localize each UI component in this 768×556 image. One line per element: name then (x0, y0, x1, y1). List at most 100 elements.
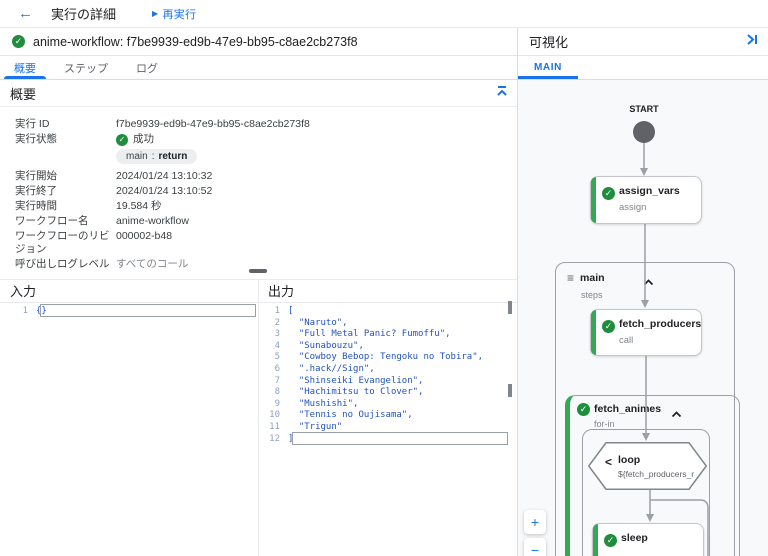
start-node[interactable] (633, 121, 655, 143)
visualization-title: 可視化 (529, 35, 569, 50)
field-duration: 実行時間 19.584 秒 (15, 200, 162, 212)
status-value: 成功 (133, 133, 154, 145)
line-text: "Sunabouzu", (288, 340, 364, 351)
line-text: "Tennis no Oujisama", (288, 410, 413, 421)
output-title: 出力 (268, 284, 295, 299)
node-fetch-producers[interactable]: ✓ fetch_producers call (590, 309, 702, 356)
app-header: ← 実行の詳細 ▶ 再実行 (0, 0, 768, 28)
output-selection-box (292, 432, 508, 445)
zoom-out-button[interactable]: − (524, 538, 546, 556)
visualization-tab-bar: MAIN (518, 56, 768, 80)
code-line: 7 "Shinseiki Evangelion", (259, 376, 515, 388)
sleep-title: sleep (621, 532, 648, 544)
loop-subtitle: ${fetch_producers_resu (618, 469, 694, 479)
back-arrow-icon[interactable]: ← (18, 5, 33, 22)
assign-vars-check-icon: ✓ (602, 187, 615, 200)
status-success-icon: ✓ (116, 133, 128, 146)
output-scrollbar-mark[interactable] (508, 384, 512, 397)
execution-detail-panel: ✓ anime-workflow: f7be9939-ed9b-47e9-bb9… (0, 28, 517, 556)
line-text: [ (288, 306, 294, 316)
overview-fields: 実行 ID f7be9939-ed9b-47e9-bb95-c8ae2cb273… (15, 118, 485, 273)
collapse-fetch-animes-icon[interactable] (671, 405, 682, 423)
line-text: "Shinseiki Evangelion", (288, 375, 424, 386)
line-number: 3 (274, 329, 280, 340)
fetch-animes-check-icon: ✓ (577, 403, 590, 416)
code-line: 1[ (259, 306, 515, 318)
node-sleep[interactable]: ✓ sleep (592, 523, 704, 556)
line-number: 1 (274, 306, 280, 316)
code-line: 10 "Tennis no Oujisama", (259, 410, 515, 422)
line-number: 10 (269, 410, 280, 421)
start-label: START (629, 104, 659, 114)
overview-section-header: 概要 (0, 80, 517, 107)
line-number: 2 (274, 317, 280, 328)
line-number: 4 (274, 340, 280, 351)
execution-title: anime-workflow: f7be9939-ed9b-47e9-bb95-… (33, 34, 358, 49)
execution-id-value: f7be9939-ed9b-47e9-bb95-c8ae2cb273f8 (116, 118, 310, 130)
code-line: 5 "Cowboy Bebop: Tengoku no Tobira", (259, 352, 515, 364)
fetch-producers-check-icon: ✓ (602, 320, 615, 333)
line-number: 1 (22, 306, 28, 316)
line-number: 7 (274, 375, 280, 386)
line-number: 6 (274, 363, 280, 374)
field-start-time: 実行開始 2024/01/24 13:10:32 (15, 170, 213, 182)
output-code-editor[interactable]: 1[2 "Naruto", 3 "Full Metal Panic? Fumoff… (259, 306, 515, 445)
list-icon: ≡ (567, 271, 575, 285)
page-title: 実行の詳細 (51, 7, 117, 22)
tab-steps[interactable]: ステップ (50, 56, 122, 79)
sleep-check-icon: ✓ (604, 534, 617, 547)
line-text: "Cowboy Bebop: Tengoku no Tobira", (288, 352, 484, 363)
collapse-section-icon[interactable] (495, 84, 509, 103)
tab-logs[interactable]: ログ (122, 56, 172, 79)
assign-vars-title: assign_vars (619, 185, 680, 197)
field-execution-status: 実行状態 ✓ 成功 main : return (15, 133, 485, 164)
line-text: "Mushishi", (288, 398, 359, 409)
line-number: 12 (269, 433, 280, 444)
line-number: 5 (274, 352, 280, 363)
main-step-title: main (580, 272, 605, 284)
line-number: 8 (274, 387, 280, 398)
code-line: 9 "Mushishi", (259, 399, 515, 411)
fetch-animes-title: fetch_animes (594, 403, 662, 415)
loop-title: loop (618, 454, 641, 466)
fetch-producers-title: fetch_producers (619, 318, 702, 330)
line-text: "Hachimitsu to Clover", (288, 387, 424, 398)
fetch-producers-subtitle: call (619, 335, 634, 346)
success-check-icon: ✓ (12, 35, 25, 48)
line-text: "Full Metal Panic? Fumoffu", (288, 329, 451, 340)
splitter-drag-handle[interactable] (249, 269, 267, 273)
play-icon: ▶ (152, 9, 159, 18)
execution-title-row: ✓ anime-workflow: f7be9939-ed9b-47e9-bb9… (0, 28, 517, 56)
workflow-canvas[interactable]: ≡ main steps ✓ fetch_animes for-in START… (518, 80, 768, 556)
input-selection-box (40, 304, 256, 317)
tab-main-workflow[interactable]: MAIN (518, 56, 578, 79)
node-assign-vars[interactable]: ✓ assign_vars assign (590, 176, 702, 224)
input-title: 入力 (10, 284, 37, 299)
rerun-label: 再実行 (162, 8, 197, 21)
collapse-right-icon[interactable] (745, 33, 758, 51)
node-success-bar (591, 177, 596, 223)
field-workflow-revision: ワークフローのリビジョン 000002-b48 (15, 230, 173, 255)
line-number: 9 (274, 398, 280, 409)
field-end-time: 実行終了 2024/01/24 13:10:52 (15, 185, 213, 197)
output-scrollbar-thumb[interactable] (508, 301, 512, 314)
field-execution-id: 実行 ID f7be9939-ed9b-47e9-bb95-c8ae2cb273… (15, 118, 310, 130)
line-text: "Naruto", (288, 317, 348, 328)
main-step-subtitle: steps (581, 290, 603, 300)
line-text: ".hack//Sign", (288, 363, 375, 374)
fetch-animes-subtitle: for-in (594, 419, 615, 429)
tab-bar: 概要 ステップ ログ (0, 56, 517, 80)
node-loop[interactable]: < loop ${fetch_producers_resu (588, 442, 707, 490)
code-line: 6 ".hack//Sign", (259, 364, 515, 376)
collapse-main-icon[interactable] (643, 273, 654, 291)
assign-vars-subtitle: assign (619, 202, 647, 213)
code-line: 4 "Sunabouzu", (259, 341, 515, 353)
code-line: 3 "Full Metal Panic? Fumoffu", (259, 329, 515, 341)
tab-overview[interactable]: 概要 (0, 56, 50, 79)
rerun-button[interactable]: ▶ 再実行 (152, 6, 196, 22)
status-step-chip[interactable]: main : return (116, 149, 198, 164)
zoom-in-button[interactable]: + (524, 510, 546, 534)
visualization-panel: 可視化 MAIN ≡ main steps ✓ fetch_animes for… (517, 28, 768, 556)
node-success-bar (593, 524, 598, 556)
code-line: 2 "Naruto", (259, 318, 515, 330)
